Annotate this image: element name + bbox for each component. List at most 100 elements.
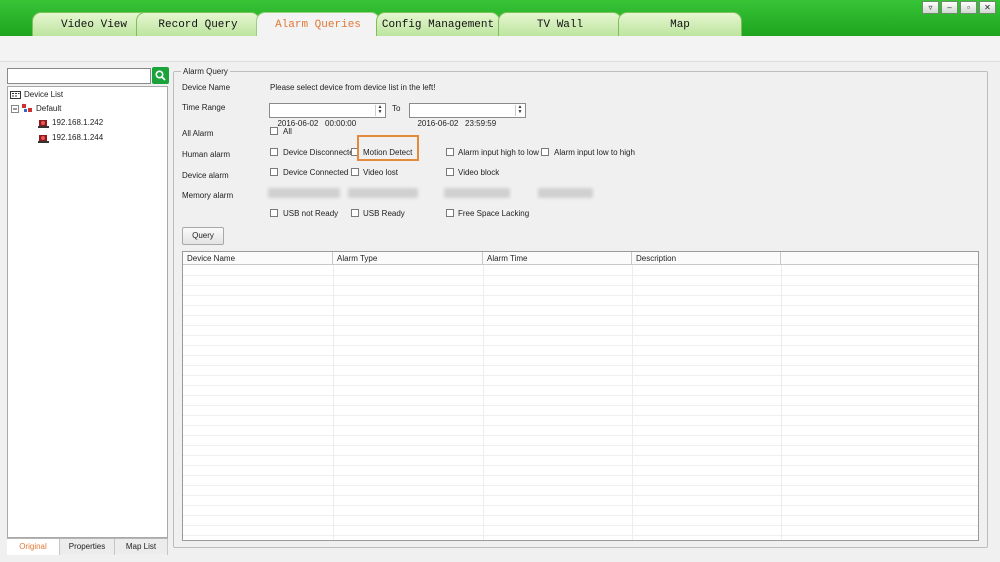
table-row — [183, 396, 978, 406]
column-divider — [483, 265, 484, 540]
tree-root-device-list[interactable]: Device List — [10, 88, 63, 101]
column-header-alarm-type[interactable]: Alarm Type — [333, 252, 483, 265]
end-time-value: 2016-06-02 23:59:59 — [417, 119, 497, 128]
alarm-high-low-checkbox[interactable] — [446, 148, 454, 156]
all-alarm-label: All Alarm — [182, 129, 214, 138]
all-option-label: All — [283, 127, 292, 136]
device-panel: Device List Default 192.168.1.242 192.16… — [7, 66, 169, 555]
toolbar-strip — [0, 36, 1000, 62]
tree-device-item[interactable]: 192.168.1.242 — [38, 116, 103, 129]
left-panel-tabs: Original Properties Map List — [7, 538, 168, 555]
device-connected-label: Device Connected — [283, 168, 349, 177]
tab-record-query[interactable]: Record Query — [136, 12, 260, 38]
device-disconnected-checkbox[interactable] — [270, 148, 278, 156]
table-row — [183, 486, 978, 496]
video-lost-checkbox[interactable] — [351, 168, 359, 176]
table-row — [183, 416, 978, 426]
tree-device-item[interactable]: 192.168.1.244 — [38, 131, 103, 144]
group-title: Alarm Query — [181, 67, 230, 76]
usb-ready-checkbox[interactable] — [351, 209, 359, 217]
search-button[interactable] — [152, 67, 169, 84]
end-time-input[interactable]: 2016-06-02 23:59:59 ▲ ▼ — [409, 103, 526, 128]
blurred-option — [444, 188, 510, 198]
column-header-device-name[interactable]: Device Name — [183, 252, 333, 265]
device-list-icon — [10, 90, 21, 99]
device-connected-checkbox[interactable] — [270, 168, 278, 176]
blurred-option — [268, 188, 340, 198]
table-row — [183, 296, 978, 306]
table-row — [183, 516, 978, 526]
memory-alarm-label: Memory alarm — [182, 191, 234, 200]
column-divider — [333, 265, 334, 540]
window-controls: ▿ ‒ ▫ ✕ — [922, 1, 996, 14]
blurred-option — [348, 188, 418, 198]
close-icon[interactable]: ✕ — [979, 1, 996, 14]
table-row — [183, 276, 978, 286]
table-row — [183, 356, 978, 366]
table-row — [183, 506, 978, 516]
alarm-results-table[interactable]: Device Name Alarm Type Alarm Time Descri… — [182, 251, 979, 541]
tab-tv-wall[interactable]: TV Wall — [498, 12, 622, 38]
usb-not-ready-checkbox[interactable] — [270, 209, 278, 217]
minimize-icon[interactable]: ‒ — [941, 1, 958, 14]
tab-map[interactable]: Map — [618, 12, 742, 38]
collapse-icon[interactable] — [11, 104, 19, 113]
tab-config-management[interactable]: Config Management — [376, 12, 500, 38]
spin-down-icon[interactable]: ▼ — [516, 110, 524, 115]
dropdown-icon[interactable]: ▿ — [922, 1, 939, 14]
table-row — [183, 466, 978, 476]
usb-not-ready-label: USB not Ready — [283, 209, 339, 218]
table-row — [183, 426, 978, 436]
alarm-high-low-label: Alarm input high to low — [458, 148, 539, 157]
device-search-input[interactable] — [7, 68, 151, 84]
alarm-low-high-label: Alarm input low to high — [554, 148, 635, 157]
human-alarm-label: Human alarm — [182, 150, 231, 159]
start-time-input[interactable]: 2016-06-02 00:00:00 ▲ ▼ — [269, 103, 386, 128]
table-row — [183, 286, 978, 296]
column-divider — [632, 265, 633, 540]
main-tab-bar: Video View Record Query Alarm Queries Co… — [0, 0, 1000, 38]
tree-group-label: Default — [36, 104, 62, 113]
column-header-description[interactable]: Description — [632, 252, 781, 265]
tab-map-list[interactable]: Map List — [115, 539, 168, 555]
device-ip-label: 192.168.1.242 — [52, 118, 104, 127]
device-ip-label: 192.168.1.244 — [52, 133, 104, 142]
video-block-label: Video block — [458, 168, 500, 177]
group-icon — [22, 104, 32, 113]
free-space-lacking-checkbox[interactable] — [446, 209, 454, 217]
tree-group-default[interactable]: Default — [11, 102, 61, 115]
device-disconnected-label: Device Disconnected — [283, 148, 359, 157]
spin-down-icon[interactable]: ▼ — [376, 110, 384, 115]
table-row — [183, 526, 978, 536]
usb-ready-label: USB Ready — [363, 209, 405, 218]
alarm-low-high-checkbox[interactable] — [541, 148, 549, 156]
camera-device-icon — [38, 134, 49, 143]
table-row — [183, 366, 978, 376]
free-space-lacking-label: Free Space Lacking — [458, 209, 530, 218]
blurred-option — [538, 188, 593, 198]
table-row — [183, 346, 978, 356]
start-time-spinner[interactable]: ▲ ▼ — [375, 105, 384, 116]
time-range-label: Time Range — [182, 103, 226, 112]
table-row — [183, 436, 978, 446]
table-row — [183, 386, 978, 396]
motion-detect-highlight — [357, 135, 419, 161]
tab-properties[interactable]: Properties — [60, 539, 115, 555]
device-alarm-label: Device alarm — [182, 171, 229, 180]
table-header: Device Name Alarm Type Alarm Time Descri… — [183, 252, 978, 265]
table-row — [183, 266, 978, 276]
video-block-checkbox[interactable] — [446, 168, 454, 176]
table-row — [183, 316, 978, 326]
tab-original[interactable]: Original — [7, 539, 60, 555]
table-row — [183, 456, 978, 466]
column-header-alarm-time[interactable]: Alarm Time — [483, 252, 632, 265]
end-time-spinner[interactable]: ▲ ▼ — [515, 105, 524, 116]
maximize-icon[interactable]: ▫ — [960, 1, 977, 14]
tab-alarm-queries[interactable]: Alarm Queries — [256, 12, 380, 38]
query-button[interactable]: Query — [182, 227, 224, 245]
all-checkbox[interactable] — [270, 127, 278, 135]
table-row — [183, 476, 978, 486]
column-divider — [781, 265, 782, 540]
tree-root-label: Device List — [24, 90, 64, 99]
table-row — [183, 306, 978, 316]
